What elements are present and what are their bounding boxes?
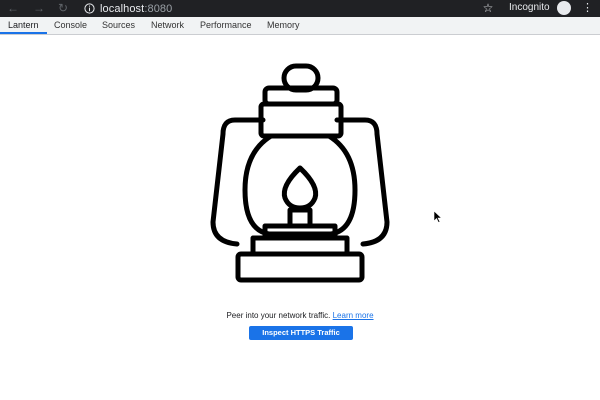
- inspect-https-button[interactable]: Inspect HTTPS Traffic: [249, 326, 353, 340]
- browser-toolbar: ← → ↻ localhost:8080 ☆ Incognito ⋮: [0, 0, 600, 17]
- tab-performance[interactable]: Performance: [192, 17, 260, 34]
- address-host: localhost: [100, 2, 145, 15]
- incognito-label: Incognito: [509, 2, 550, 13]
- learn-more-link[interactable]: Learn more: [333, 311, 374, 320]
- tab-console[interactable]: Console: [46, 17, 95, 34]
- incognito-avatar[interactable]: [557, 1, 571, 15]
- bookmark-star-icon[interactable]: ☆: [481, 1, 495, 15]
- address-bar[interactable]: localhost:8080: [84, 1, 172, 16]
- reload-icon[interactable]: ↻: [56, 1, 70, 15]
- forward-arrow-icon[interactable]: →: [32, 1, 46, 15]
- intro-text: Peer into your network traffic. Learn mo…: [0, 311, 600, 320]
- mouse-cursor-icon: [434, 211, 442, 223]
- devtools-tabstrip: Lantern Console Sources Network Performa…: [0, 17, 600, 35]
- info-icon: [84, 3, 95, 14]
- tab-memory[interactable]: Memory: [259, 17, 308, 34]
- tab-network[interactable]: Network: [143, 17, 192, 34]
- more-menu-icon[interactable]: ⋮: [582, 1, 593, 15]
- tab-sources[interactable]: Sources: [94, 17, 143, 34]
- lantern-icon: [210, 63, 390, 283]
- back-arrow-icon[interactable]: ←: [6, 1, 20, 15]
- prompt-text: Peer into your network traffic.: [226, 311, 331, 320]
- address-port: :8080: [144, 2, 173, 15]
- tab-lantern[interactable]: Lantern: [0, 17, 47, 34]
